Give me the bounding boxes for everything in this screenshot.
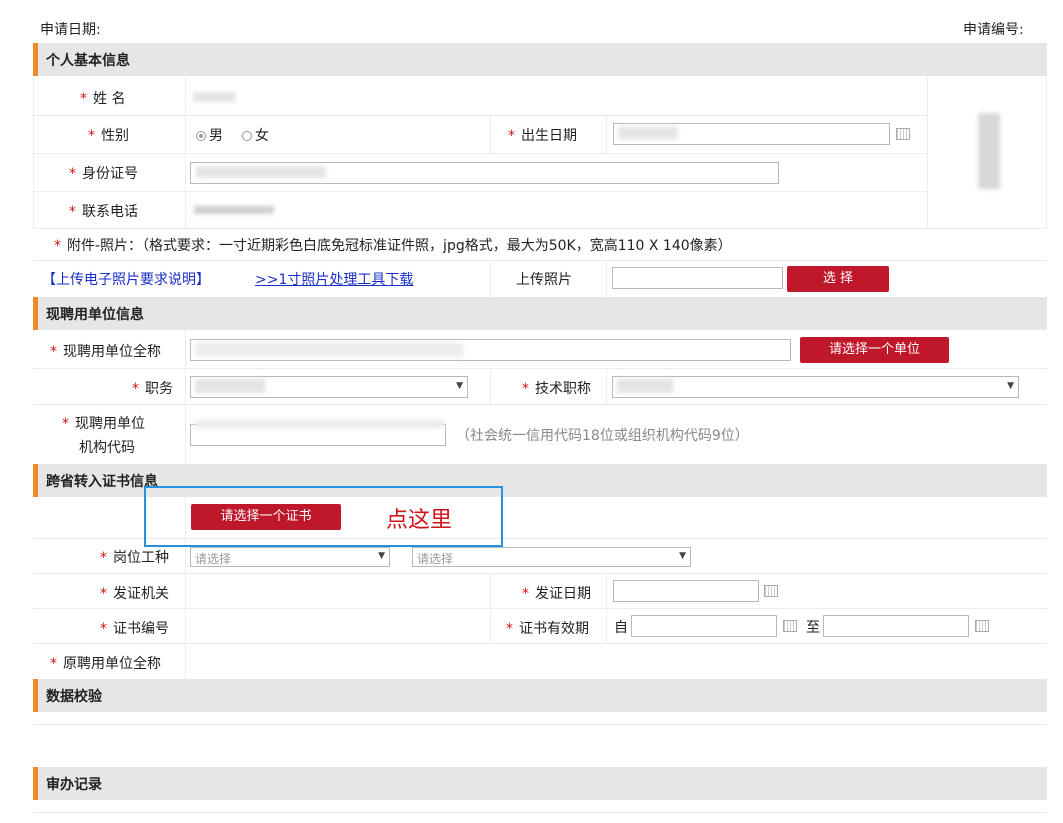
calendar-icon[interactable] bbox=[764, 585, 778, 597]
position-redacted bbox=[195, 379, 265, 393]
id-number-label: * 身份证号 bbox=[69, 166, 138, 182]
post-type-label: * 岗位工种 bbox=[100, 550, 169, 566]
chevron-down-icon: ▼ bbox=[378, 551, 385, 561]
row-divider bbox=[33, 228, 1047, 229]
chevron-down-icon: ▼ bbox=[1007, 381, 1014, 391]
validity-from-input[interactable] bbox=[631, 615, 777, 637]
col-divider bbox=[185, 330, 186, 464]
col-divider bbox=[33, 77, 34, 228]
name-label: * 姓 名 bbox=[80, 91, 126, 107]
post-type-select-1[interactable]: 请选择 ▼ bbox=[190, 547, 390, 567]
upload-photo-label: 上传照片 bbox=[516, 272, 572, 288]
section-title: 审办记录 bbox=[46, 777, 102, 793]
position-label: * 职务 bbox=[132, 381, 173, 397]
col-divider bbox=[606, 368, 607, 404]
issuer-label: * 发证机关 bbox=[100, 586, 169, 602]
apply-date-label: 申请日期: bbox=[40, 22, 101, 38]
validity-to-label: 至 bbox=[806, 620, 820, 636]
chevron-down-icon: ▼ bbox=[456, 381, 463, 391]
section-data-validation: 数据校验 bbox=[33, 679, 1047, 712]
gender-male-option[interactable]: 男 bbox=[196, 125, 223, 145]
section-employer-info: 现聘用单位信息 bbox=[33, 297, 1047, 330]
calendar-icon[interactable] bbox=[783, 620, 797, 632]
name-value-redacted bbox=[193, 92, 235, 102]
col-divider bbox=[490, 573, 491, 643]
col-divider bbox=[927, 77, 928, 228]
section-personal-info: 个人基本信息 bbox=[33, 43, 1047, 76]
photo-preview bbox=[978, 113, 1000, 189]
birth-date-label: * 出生日期 bbox=[508, 128, 577, 144]
row-divider bbox=[33, 115, 927, 116]
calendar-icon[interactable] bbox=[896, 128, 910, 140]
section-title: 个人基本信息 bbox=[46, 53, 130, 69]
col-divider bbox=[606, 115, 607, 153]
col-divider bbox=[1046, 77, 1047, 228]
issue-date-label: * 发证日期 bbox=[522, 586, 591, 602]
row-divider bbox=[33, 260, 1047, 261]
org-code-label: * 现聘用单位 bbox=[62, 416, 145, 432]
col-divider bbox=[606, 260, 607, 297]
tech-title-select[interactable]: ▼ bbox=[612, 376, 1019, 398]
phone-redacted bbox=[194, 206, 274, 214]
col-divider bbox=[185, 77, 186, 228]
phone-label: * 联系电话 bbox=[69, 204, 138, 220]
upload-photo-input[interactable] bbox=[612, 267, 783, 289]
section-title: 跨省转入证书信息 bbox=[46, 474, 158, 490]
row-divider bbox=[33, 812, 1047, 813]
col-divider bbox=[490, 260, 491, 297]
section-title: 现聘用单位信息 bbox=[46, 307, 144, 323]
issue-date-input[interactable] bbox=[613, 580, 759, 602]
photo-tool-download-link[interactable]: >>1寸照片处理工具下载 bbox=[255, 269, 413, 289]
select-photo-button[interactable]: 选 择 bbox=[787, 266, 889, 292]
org-code-redacted bbox=[194, 420, 444, 428]
gender-female-option[interactable]: 女 bbox=[242, 125, 269, 145]
radio-icon[interactable] bbox=[196, 131, 206, 141]
employer-name-label: * 现聘用单位全称 bbox=[50, 344, 161, 360]
tech-title-label: * 技术职称 bbox=[522, 381, 591, 397]
row-divider bbox=[33, 153, 927, 154]
annotation-highlight-box bbox=[144, 486, 503, 547]
id-number-redacted bbox=[196, 166, 326, 178]
validity-from-label: 自 bbox=[614, 620, 628, 636]
apply-number-label: 申请编号: bbox=[963, 22, 1024, 38]
col-divider bbox=[490, 368, 491, 404]
employer-name-redacted bbox=[195, 343, 463, 357]
calendar-icon[interactable] bbox=[975, 620, 989, 632]
col-divider bbox=[606, 573, 607, 643]
chevron-down-icon: ▼ bbox=[679, 551, 686, 561]
original-unit-label: * 原聘用单位全称 bbox=[50, 656, 161, 672]
post-type-select-2[interactable]: 请选择 ▼ bbox=[412, 547, 691, 567]
cert-number-label: * 证书编号 bbox=[100, 621, 169, 637]
photo-requirements-note: * 附件-照片：（格式要求：一寸近期彩色白底免冠标准证件照，jpg格式，最大为50… bbox=[54, 238, 732, 254]
section-processing-records: 审办记录 bbox=[33, 767, 1047, 800]
radio-icon[interactable] bbox=[242, 131, 252, 141]
org-code-hint: （社会统一信用代码18位或组织机构代码9位） bbox=[456, 428, 749, 444]
birth-date-redacted bbox=[618, 127, 678, 139]
choose-unit-button[interactable]: 请选择一个单位 bbox=[800, 337, 949, 363]
gender-label: * 性别 bbox=[88, 128, 129, 144]
validity-to-input[interactable] bbox=[823, 615, 969, 637]
col-divider bbox=[490, 115, 491, 153]
photo-requirements-link[interactable]: 【上传电子照片要求说明】 bbox=[42, 269, 210, 289]
org-code-label-line2: 机构代码 bbox=[79, 440, 135, 456]
tech-title-redacted bbox=[617, 379, 673, 393]
validity-label: * 证书有效期 bbox=[506, 621, 589, 637]
row-divider bbox=[33, 724, 1047, 725]
row-divider bbox=[33, 191, 927, 192]
section-title: 数据校验 bbox=[46, 689, 102, 705]
